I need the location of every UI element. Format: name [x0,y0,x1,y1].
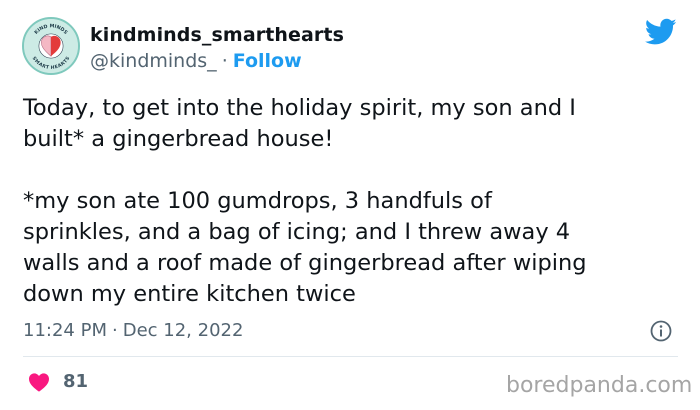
like-button[interactable]: 81 [28,371,88,392]
tweet-text: Today, to get into the holiday spirit, m… [23,95,587,307]
info-icon[interactable] [650,320,672,342]
divider [23,356,678,357]
timestamp-separator: · [111,320,118,341]
twitter-bird-icon[interactable] [645,18,677,46]
author-handle[interactable]: @kindminds_ [90,50,217,72]
handle-row: @kindminds_ · Follow [90,50,302,72]
author-name[interactable]: kindminds_smarthearts [90,24,344,46]
timestamp[interactable]: 11:24 PM · Dec 12, 2022 [23,320,243,341]
like-count: 81 [63,371,89,392]
tweet-date: Dec 12, 2022 [122,320,244,341]
follow-button[interactable]: Follow [233,50,302,72]
handle-separator: · [221,50,228,72]
heart-icon [29,372,49,392]
tweet-card: KIND MINDS SMART HEARTS kindminds_smarth… [0,0,700,410]
avatar-image: KIND MINDS SMART HEARTS [24,19,78,73]
watermark: boredpanda.com [506,373,693,398]
avatar[interactable]: KIND MINDS SMART HEARTS [22,17,80,75]
tweet-time: 11:24 PM [23,320,107,341]
